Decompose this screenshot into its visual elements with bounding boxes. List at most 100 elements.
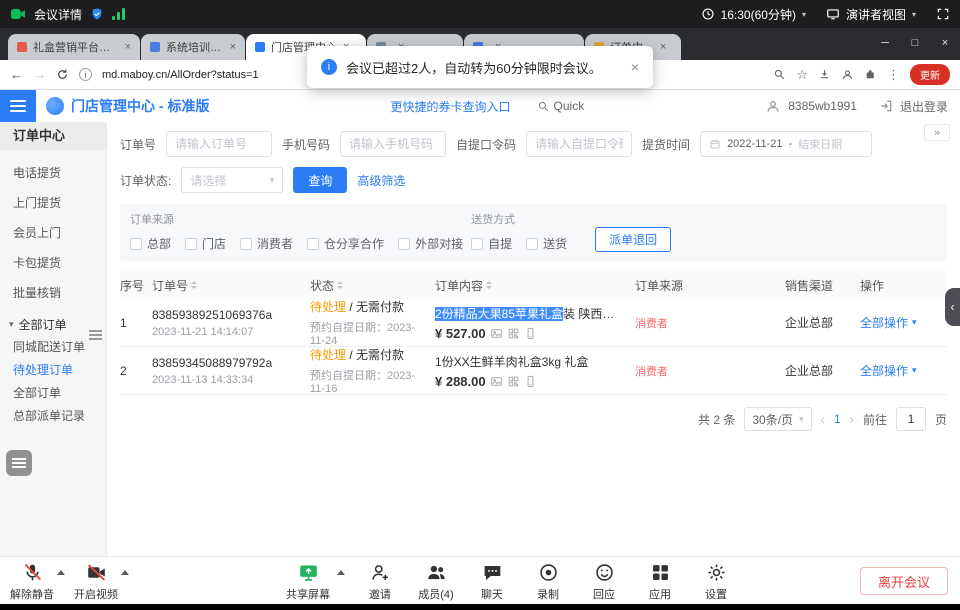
- tab-close-icon[interactable]: ×: [230, 41, 236, 53]
- phone-icon[interactable]: [524, 375, 537, 388]
- row-actions-dropdown[interactable]: 全部操作▾: [860, 314, 932, 331]
- checkbox-delivery[interactable]: 送货: [526, 235, 567, 252]
- qrcode-icon[interactable]: [507, 327, 520, 340]
- forward-icon[interactable]: →: [33, 67, 46, 82]
- view-mode-caret-icon[interactable]: ▾: [912, 10, 916, 19]
- refresh-icon[interactable]: [56, 68, 69, 81]
- order-no-input[interactable]: [166, 131, 272, 157]
- image-icon[interactable]: [490, 327, 503, 340]
- order-status-select[interactable]: 请选择 ▾: [181, 167, 283, 193]
- logout-button[interactable]: 退出登录: [900, 98, 948, 115]
- fullscreen-icon[interactable]: [936, 7, 950, 21]
- mic-options-caret-icon[interactable]: [57, 570, 65, 575]
- record-button[interactable]: 录制: [522, 562, 574, 602]
- extensions-icon[interactable]: [864, 68, 877, 81]
- header-status[interactable]: 状态: [310, 277, 435, 294]
- share-screen-button[interactable]: 共享屏幕: [282, 562, 334, 602]
- checkbox-self-pickup[interactable]: 自提: [471, 235, 512, 252]
- url-text[interactable]: md.maboy.cn/AllOrder?status=1: [102, 69, 259, 81]
- close-icon[interactable]: ×: [930, 28, 960, 60]
- checkbox-consumer[interactable]: 消费者: [240, 235, 293, 252]
- back-icon[interactable]: ←: [10, 67, 23, 82]
- meeting-timer[interactable]: 16:30(60分钟): [721, 6, 796, 23]
- reactions-button[interactable]: 回应: [578, 562, 630, 602]
- order-number[interactable]: 83859345088979792a: [152, 356, 302, 370]
- sidebar-item-card-pickup[interactable]: 卡包提货: [0, 248, 106, 278]
- header-index: 序号: [120, 277, 152, 294]
- qrcode-icon[interactable]: [507, 375, 520, 388]
- row-actions-dropdown[interactable]: 全部操作▾: [860, 362, 932, 379]
- sort-icon[interactable]: [486, 281, 492, 289]
- leave-meeting-button[interactable]: 离开会议: [860, 567, 948, 595]
- date-range-picker[interactable]: 2022-11-21 - 结束日期: [700, 131, 872, 157]
- tab-close-icon[interactable]: ×: [125, 41, 131, 53]
- order-number[interactable]: 83859389251069376a: [152, 308, 302, 322]
- share-options-caret-icon[interactable]: [337, 570, 345, 575]
- settings-button[interactable]: 设置: [690, 562, 742, 602]
- invite-button[interactable]: 邀请: [354, 562, 406, 602]
- quick-menu-button[interactable]: [6, 450, 32, 476]
- checkbox-store[interactable]: 门店: [185, 235, 226, 252]
- header-order-no[interactable]: 订单号: [152, 277, 310, 294]
- date-start-value[interactable]: 2022-11-21: [727, 138, 782, 150]
- checkbox-warehouse-coop[interactable]: 仓分享合作: [307, 235, 384, 252]
- sidebar-item-door-pickup[interactable]: 上门提货: [0, 188, 106, 218]
- coupon-query-link[interactable]: 更快捷的券卡查询入口: [391, 98, 511, 115]
- checkbox-hq[interactable]: 总部: [130, 235, 171, 252]
- download-icon[interactable]: [818, 68, 831, 81]
- bookmark-star-icon[interactable]: ☆: [796, 67, 808, 83]
- sidebar-pin-icon[interactable]: [89, 330, 102, 341]
- sidebar-item-pending-orders[interactable]: 待处理订单: [0, 359, 106, 382]
- maximize-icon[interactable]: □: [900, 28, 930, 60]
- browser-update-button[interactable]: 更新: [910, 64, 950, 85]
- sidebar-item-all-orders[interactable]: 全部订单: [0, 382, 106, 405]
- sidebar-item-phone-pickup[interactable]: 电话提货: [0, 158, 106, 188]
- username[interactable]: 8385wb1991: [788, 99, 857, 113]
- apps-button[interactable]: 应用: [634, 562, 686, 602]
- side-drawer-handle[interactable]: ‹: [945, 288, 960, 326]
- hamburger-menu-icon[interactable]: [0, 90, 36, 122]
- chat-button[interactable]: 聊天: [466, 562, 518, 602]
- timer-caret-icon[interactable]: ▾: [802, 10, 806, 19]
- prev-page-icon[interactable]: ‹: [821, 412, 825, 427]
- phone-icon[interactable]: [524, 327, 537, 340]
- view-mode-label[interactable]: 演讲者视图: [846, 6, 906, 23]
- phone-input[interactable]: [340, 131, 446, 157]
- image-icon[interactable]: [490, 375, 503, 388]
- goto-page-input[interactable]: [896, 407, 926, 431]
- page-size-select[interactable]: 30条/页 ▾: [744, 407, 811, 431]
- meeting-details-label[interactable]: 会议详情: [34, 6, 82, 23]
- sidebar-item-member-visit[interactable]: 会员上门: [0, 218, 106, 248]
- next-page-icon[interactable]: ›: [850, 412, 854, 427]
- dispatch-return-button[interactable]: 派单退回: [595, 227, 671, 252]
- sidebar-item-hq-dispatch-log[interactable]: 总部派单记录: [0, 405, 106, 428]
- search-button[interactable]: 查询: [293, 167, 347, 193]
- start-video-button[interactable]: 开启视频: [70, 562, 122, 602]
- sort-icon[interactable]: [191, 281, 197, 289]
- pickup-code-input[interactable]: [526, 131, 632, 157]
- minimize-icon[interactable]: ─: [870, 28, 900, 60]
- checkbox-label: 总部: [147, 235, 171, 252]
- browser-tab-2[interactable]: 系统培训学习 ×: [141, 34, 245, 60]
- sidebar-item-batch-verify[interactable]: 批量核销: [0, 278, 106, 308]
- quick-search[interactable]: Quick: [537, 99, 585, 113]
- panel-collapse-button[interactable]: »: [924, 124, 950, 141]
- browser-tab-1[interactable]: 礼盒营销平台管理中心 ×: [8, 34, 140, 60]
- profile-icon[interactable]: [841, 68, 854, 81]
- current-page[interactable]: 1: [834, 412, 841, 426]
- site-info-icon[interactable]: i: [79, 68, 92, 81]
- unmute-button[interactable]: 解除静音: [6, 562, 58, 602]
- sort-icon[interactable]: [337, 281, 343, 289]
- date-end-placeholder[interactable]: 结束日期: [798, 136, 842, 152]
- delivery-method-group: 送货方式 自提 送货: [471, 211, 567, 252]
- toast-close-icon[interactable]: ×: [631, 59, 639, 75]
- members-button[interactable]: 成员(4): [410, 562, 462, 602]
- header-content[interactable]: 订单内容: [435, 277, 635, 294]
- menu-dots-icon[interactable]: ⋮: [887, 67, 900, 83]
- checkbox-external[interactable]: 外部对接: [398, 235, 463, 252]
- advanced-filter-link[interactable]: 高级筛选: [357, 172, 405, 189]
- video-options-caret-icon[interactable]: [121, 570, 129, 575]
- button-label: 录制: [537, 586, 559, 602]
- tab-close-icon[interactable]: ×: [660, 41, 666, 53]
- search-icon[interactable]: [773, 68, 786, 81]
